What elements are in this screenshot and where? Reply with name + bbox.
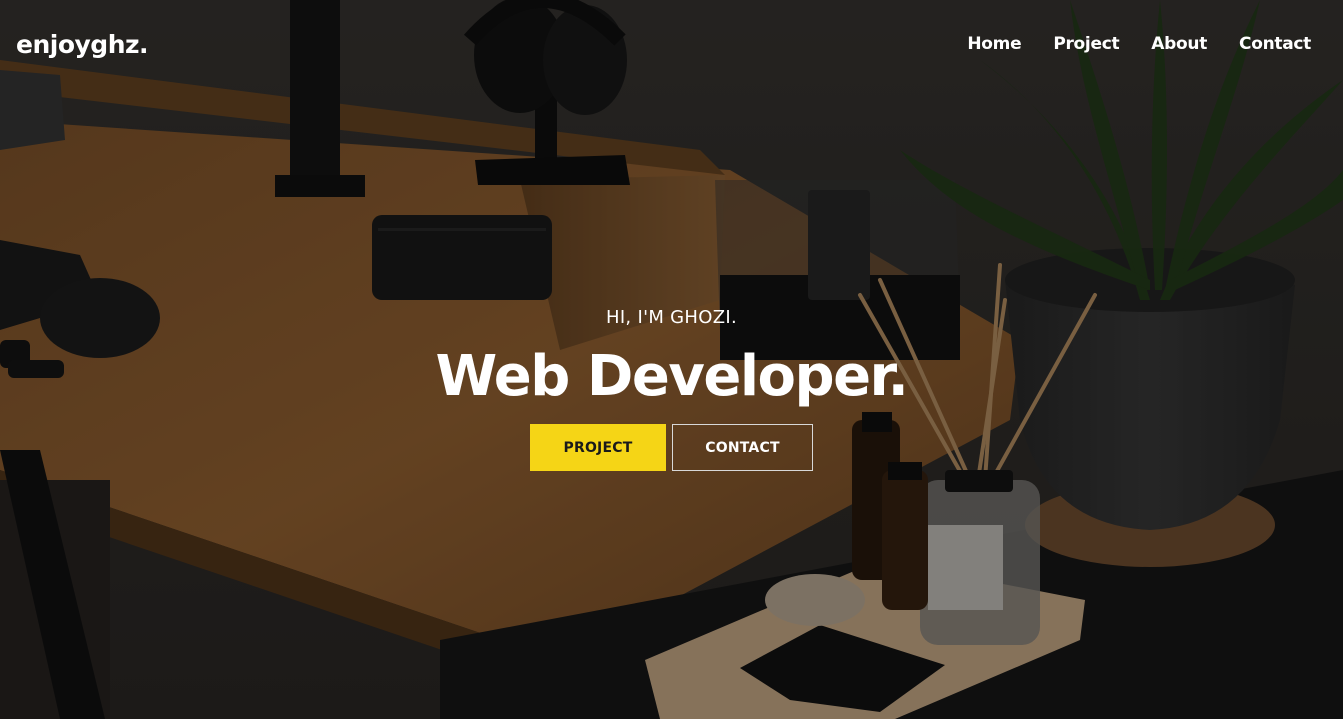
brand-logo[interactable]: enjoyghz. [16, 30, 149, 59]
nav-project-link[interactable]: Project [1053, 34, 1119, 54]
nav-links: Home Project About Contact [935, 34, 1311, 54]
hero-section: enjoyghz. Home Project About Contact HI,… [0, 0, 1343, 719]
project-button[interactable]: PROJECT [530, 424, 666, 471]
nav-about-link[interactable]: About [1151, 34, 1207, 54]
hero-cta-row: PROJECT CONTACT [0, 424, 1343, 471]
hero-content: HI, I'M GHOZI. Web Developer. PROJECT CO… [0, 300, 1343, 471]
contact-button[interactable]: CONTACT [672, 424, 813, 471]
nav-home-link[interactable]: Home [967, 34, 1021, 54]
hero-headline: Web Developer. [435, 344, 909, 409]
hero-greeting: HI, I'M GHOZI. [605, 307, 737, 328]
navbar: enjoyghz. Home Project About Contact [0, 0, 1343, 92]
nav-contact-link[interactable]: Contact [1239, 34, 1311, 54]
